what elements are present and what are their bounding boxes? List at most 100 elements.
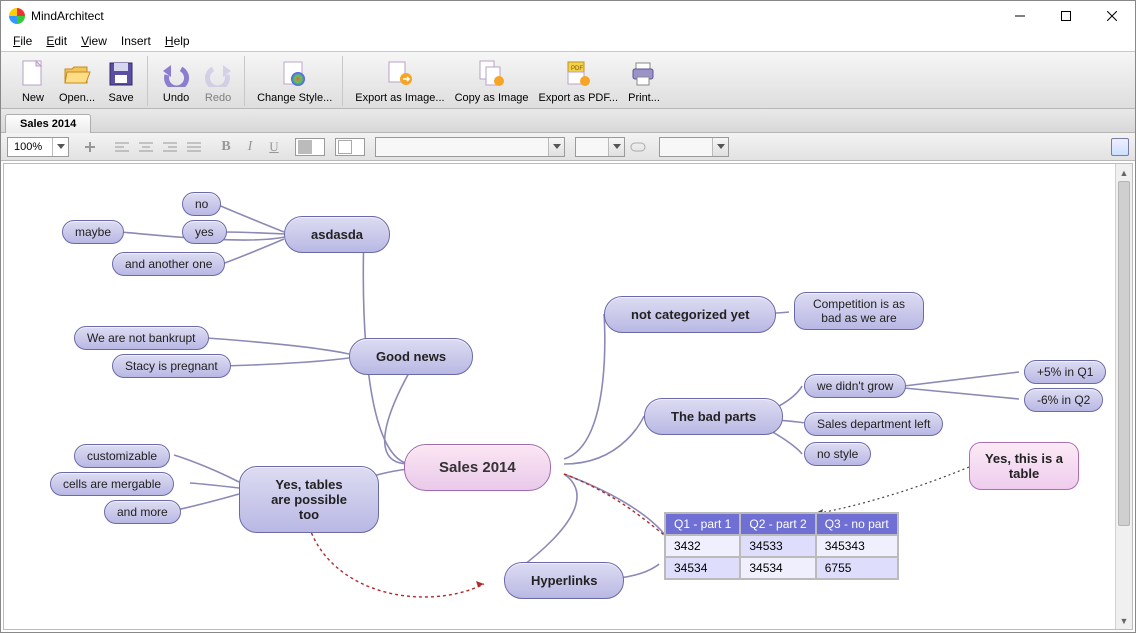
font-family-select[interactable]	[375, 137, 565, 157]
undo-button[interactable]: Undo	[156, 56, 196, 106]
menubar: File Edit View Insert Help	[1, 31, 1135, 51]
node-andmore[interactable]: and more	[104, 500, 181, 524]
table-cell: 34534	[665, 557, 740, 579]
scroll-down-icon: ▼	[1116, 612, 1132, 629]
align-justify-button[interactable]	[183, 136, 205, 158]
document-tab-strip: Sales 2014	[1, 109, 1135, 133]
menu-view[interactable]: View	[75, 33, 113, 49]
node-badparts[interactable]: The bad parts	[644, 398, 783, 435]
node-nostyle[interactable]: no style	[804, 442, 871, 466]
italic-button[interactable]: I	[239, 136, 261, 158]
table-header: Q2 - part 2	[740, 513, 815, 535]
node-q2[interactable]: -6% in Q2	[1024, 388, 1103, 412]
align-left-button[interactable]	[111, 136, 133, 158]
node-bankrupt[interactable]: We are not bankrupt	[74, 326, 209, 350]
copy-image-label: Copy as Image	[455, 92, 529, 104]
table-cell: 6755	[816, 557, 898, 579]
node-another[interactable]: and another one	[112, 252, 225, 276]
menu-file[interactable]: File	[7, 33, 38, 49]
embedded-table[interactable]: Q1 - part 1 Q2 - part 2 Q3 - no part 343…	[664, 512, 899, 580]
align-right-button[interactable]	[159, 136, 181, 158]
zoom-select[interactable]: 100%	[7, 137, 69, 157]
new-file-icon	[17, 58, 49, 90]
export-image-label: Export as Image...	[355, 92, 444, 104]
save-button[interactable]: Save	[101, 56, 141, 106]
scroll-thumb[interactable]	[1118, 181, 1130, 526]
node-stacy[interactable]: Stacy is pregnant	[112, 354, 231, 378]
node-customizable[interactable]: customizable	[74, 444, 170, 468]
node-yes[interactable]: yes	[182, 220, 227, 244]
node-q1[interactable]: +5% in Q1	[1024, 360, 1106, 384]
node-root[interactable]: Sales 2014	[404, 444, 551, 491]
toolbar: New Open... Save Undo Redo	[1, 51, 1135, 109]
menu-insert[interactable]: Insert	[115, 33, 157, 49]
save-label: Save	[109, 92, 134, 104]
node-mergable[interactable]: cells are mergable	[50, 472, 174, 496]
export-image-icon	[384, 58, 416, 90]
add-node-button[interactable]	[79, 136, 101, 158]
document-tab-active[interactable]: Sales 2014	[5, 114, 91, 133]
zoom-value: 100%	[8, 141, 52, 153]
node-asdasda[interactable]: asdasda	[284, 216, 390, 253]
undo-icon	[160, 58, 192, 90]
table-cell: 34534	[740, 557, 815, 579]
edge-layer	[4, 164, 1115, 629]
scroll-up-icon: ▲	[1116, 164, 1132, 181]
zoom-dropdown-icon	[52, 138, 68, 156]
new-button[interactable]: New	[13, 56, 53, 106]
window-minimize-button[interactable]	[997, 1, 1043, 31]
node-we-didnt-grow[interactable]: we didn't grow	[804, 374, 906, 398]
app-icon	[9, 8, 25, 24]
node-competition[interactable]: Competition is as bad as we are	[794, 292, 924, 330]
callout-table[interactable]: Yes, this is a table	[969, 442, 1079, 490]
redo-icon	[202, 58, 234, 90]
svg-text:PDF: PDF	[571, 66, 583, 72]
undo-label: Undo	[163, 92, 189, 104]
table-cell: 34533	[740, 535, 815, 557]
text-color-picker[interactable]	[295, 138, 325, 156]
canvas-wrapper: asdasda no yes maybe and another one Goo…	[3, 163, 1133, 630]
titlebar: MindArchitect	[1, 1, 1135, 31]
print-icon	[628, 58, 660, 90]
table-header: Q3 - no part	[816, 513, 898, 535]
export-pdf-label: Export as PDF...	[539, 92, 618, 104]
menu-help[interactable]: Help	[159, 33, 196, 49]
export-image-button[interactable]: Export as Image...	[351, 56, 448, 106]
open-button[interactable]: Open...	[55, 56, 99, 106]
node-hyperlinks[interactable]: Hyperlinks	[504, 562, 624, 599]
node-maybe[interactable]: maybe	[62, 220, 124, 244]
style-icon	[279, 58, 311, 90]
print-button[interactable]: Print...	[624, 56, 664, 106]
new-label: New	[22, 92, 44, 104]
format-toolbar: 100% B I U	[1, 133, 1135, 161]
change-style-button[interactable]: Change Style...	[253, 56, 336, 106]
save-icon	[105, 58, 137, 90]
redo-label: Redo	[205, 92, 231, 104]
fill-color-picker[interactable]	[335, 138, 365, 156]
print-label: Print...	[628, 92, 660, 104]
line-style-select[interactable]	[659, 137, 729, 157]
menu-edit[interactable]: Edit	[40, 33, 73, 49]
window-maximize-button[interactable]	[1043, 1, 1089, 31]
node-salesleft[interactable]: Sales department left	[804, 412, 943, 436]
copy-image-button[interactable]: Copy as Image	[451, 56, 533, 106]
redo-button[interactable]: Redo	[198, 56, 238, 106]
vertical-scrollbar[interactable]: ▲ ▼	[1115, 164, 1132, 629]
node-goodnews[interactable]: Good news	[349, 338, 473, 375]
underline-button[interactable]: U	[263, 136, 285, 158]
align-center-button[interactable]	[135, 136, 157, 158]
overview-toggle[interactable]	[1111, 138, 1129, 156]
open-folder-icon	[61, 58, 93, 90]
mindmap-canvas[interactable]: asdasda no yes maybe and another one Goo…	[4, 164, 1115, 629]
window-close-button[interactable]	[1089, 1, 1135, 31]
export-pdf-button[interactable]: PDF Export as PDF...	[535, 56, 622, 106]
change-style-label: Change Style...	[257, 92, 332, 104]
open-label: Open...	[59, 92, 95, 104]
node-tables[interactable]: Yes, tables are possible too	[239, 466, 379, 533]
bold-button[interactable]: B	[215, 136, 237, 158]
node-notcat[interactable]: not categorized yet	[604, 296, 776, 333]
shape-toggle[interactable]	[627, 136, 649, 158]
table-cell: 345343	[816, 535, 898, 557]
font-size-select[interactable]	[575, 137, 625, 157]
node-no[interactable]: no	[182, 192, 221, 216]
